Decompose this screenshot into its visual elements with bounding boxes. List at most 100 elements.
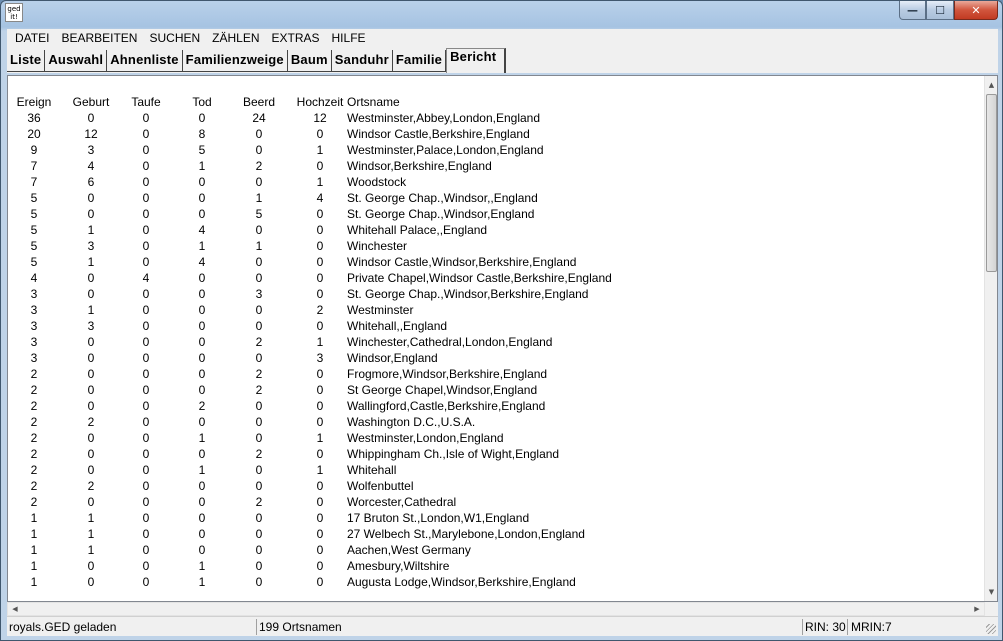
status-bar: royals.GED geladen 199 Ortsnamen RIN: 30… (7, 616, 998, 636)
table-row[interactable]: 2 2 0 0 0 0 Wolfenbuttel (8, 478, 986, 494)
table-row[interactable]: 2 0 0 2 0 0 Wallingford,Castle,Berkshire,Engla… (8, 398, 986, 414)
tab-familienzweige[interactable]: Familienzweige (182, 50, 288, 72)
cell-tod: 1 (198, 463, 206, 477)
cell-ereign: 20 (27, 127, 41, 141)
table-row[interactable]: 1 1 0 0 0 0 27 Welbech St.,Marylebone,London,E… (8, 526, 986, 542)
cell-geburt: 3 (87, 319, 95, 333)
cell-beerd: 0 (255, 127, 263, 141)
cell-ortsname: Windsor Castle,Berkshire,England (347, 127, 530, 141)
table-row[interactable]: 1 0 0 1 0 0 Amesbury,Wiltshire (8, 558, 986, 574)
cell-hochzeit: 0 (316, 543, 324, 557)
menu-hilfe[interactable]: HILFE (326, 29, 372, 48)
cell-tod: 1 (198, 559, 206, 573)
cell-taufe: 0 (142, 191, 150, 205)
table-row[interactable]: 1 0 0 1 0 0 Augusta Lodge,Windsor,Berkshire,En… (8, 574, 986, 590)
table-row[interactable]: 1 1 0 0 0 0 17 Bruton St.,London,W1,England (8, 510, 986, 526)
cell-ereign: 2 (30, 447, 38, 461)
table-row[interactable]: 2 0 0 0 2 0 Worcester,Cathedral (8, 494, 986, 510)
cell-geburt: 3 (87, 239, 95, 253)
cell-hochzeit: 0 (316, 559, 324, 573)
title-bar[interactable]: ged it! — ☐ ✕ (1, 1, 1002, 28)
cell-tod: 0 (198, 383, 206, 397)
cell-geburt: 0 (87, 287, 95, 301)
table-row[interactable]: 2 0 0 0 2 0 St George Chapel,Windsor,England (8, 382, 986, 398)
cell-tod: 0 (198, 527, 206, 541)
cell-ortsname: Amesbury,Wiltshire (347, 559, 450, 573)
table-row[interactable]: 2 0 0 1 0 1 Westminster,London,England (8, 430, 986, 446)
table-row[interactable]: 5 1 0 4 0 0 Whitehall Palace,,England (8, 222, 986, 238)
table-row[interactable]: 9 3 0 5 0 1 Westminster,Palace,London,England (8, 142, 986, 158)
vertical-scroll-thumb[interactable] (986, 94, 997, 272)
cell-taufe: 0 (142, 367, 150, 381)
cell-tod: 0 (198, 335, 206, 349)
menu-bearbeiten[interactable]: BEARBEITEN (55, 29, 143, 48)
cell-taufe: 0 (142, 223, 150, 237)
vertical-scrollbar[interactable]: ▲ ▼ (984, 76, 997, 601)
scroll-down-icon[interactable]: ▼ (985, 585, 998, 599)
cell-hochzeit: 0 (316, 575, 324, 589)
table-row[interactable]: 3 3 0 0 0 0 Whitehall,,England (8, 318, 986, 334)
report-header-row: Ereign Geburt Taufe Tod Beerd Hochzeit O… (8, 94, 986, 110)
table-row[interactable]: 36 0 0 0 24 12 Westminster,Abbey,London,Englan… (8, 110, 986, 126)
menu-suchen[interactable]: SUCHEN (143, 29, 206, 48)
tab-liste[interactable]: Liste (7, 50, 46, 72)
tab-bericht[interactable]: Bericht (446, 48, 507, 73)
table-row[interactable]: 1 1 0 0 0 0 Aachen,West Germany (8, 542, 986, 558)
app-logo-icon[interactable]: ged it! (5, 3, 23, 22)
scroll-right-icon[interactable]: ▶ (970, 603, 984, 615)
cell-beerd: 0 (255, 511, 263, 525)
cell-ortsname: Westminster,Abbey,London,England (347, 111, 541, 125)
table-row[interactable]: 5 0 0 0 1 4 St. George Chap.,Windsor,,England (8, 190, 986, 206)
cell-geburt: 2 (87, 415, 95, 429)
maximize-button[interactable]: ☐ (926, 1, 954, 20)
cell-taufe: 0 (142, 575, 150, 589)
horizontal-scrollbar[interactable]: ◀ ▶ (7, 602, 985, 616)
close-button[interactable]: ✕ (954, 1, 998, 20)
cell-geburt: 0 (87, 191, 95, 205)
table-row[interactable]: 5 1 0 4 0 0 Windsor Castle,Windsor,Berkshire,E… (8, 254, 986, 270)
cell-tod: 0 (198, 511, 206, 525)
table-row[interactable]: 2 0 0 1 0 1 Whitehall (8, 462, 986, 478)
table-row[interactable]: 20 12 0 8 0 0 Windsor Castle,Berkshire,England (8, 126, 986, 142)
menu-zaehlen[interactable]: ZÄHLEN (206, 29, 265, 48)
table-row[interactable]: 5 0 0 0 5 0 St. George Chap.,Windsor,England (8, 206, 986, 222)
table-row[interactable]: 3 0 0 0 0 3 Windsor,England (8, 350, 986, 366)
cell-ereign: 3 (30, 351, 38, 365)
resize-grip-icon[interactable] (986, 624, 996, 634)
table-row[interactable]: 7 4 0 1 2 0 Windsor,Berkshire,England (8, 158, 986, 174)
cell-tod: 0 (198, 191, 206, 205)
table-row[interactable]: 5 3 0 1 1 0 Winchester (8, 238, 986, 254)
table-row[interactable]: 7 6 0 0 0 1 Woodstock (8, 174, 986, 190)
table-row[interactable]: 3 0 0 0 2 1 Winchester,Cathedral,London,Englan… (8, 334, 986, 350)
cell-ereign: 2 (30, 383, 38, 397)
cell-hochzeit: 0 (316, 367, 324, 381)
scroll-up-icon[interactable]: ▲ (985, 78, 998, 92)
tab-auswahl[interactable]: Auswahl (45, 50, 108, 72)
cell-geburt: 1 (87, 303, 95, 317)
scroll-left-icon[interactable]: ◀ (8, 603, 22, 615)
cell-ortsname: Windsor,Berkshire,England (347, 159, 492, 173)
table-row[interactable]: 2 2 0 0 0 0 Washington D.C.,U.S.A. (8, 414, 986, 430)
tab-sanduhr[interactable]: Sanduhr (331, 50, 393, 72)
menu-datei[interactable]: DATEI (9, 29, 55, 48)
minimize-button[interactable]: — (899, 1, 926, 20)
table-row[interactable]: 2 0 0 0 2 0 Frogmore,Windsor,Berkshire,England (8, 366, 986, 382)
tab-ahnenliste[interactable]: Ahnenliste (107, 50, 183, 72)
cell-ortsname: St. George Chap.,Windsor,,England (347, 191, 538, 205)
cell-tod: 2 (198, 399, 206, 413)
cell-beerd: 0 (255, 559, 263, 573)
tab-baum[interactable]: Baum (287, 50, 332, 72)
table-row[interactable]: 4 0 4 0 0 0 Private Chapel,Windsor Castle,Berk… (8, 270, 986, 286)
cell-ereign: 3 (30, 335, 38, 349)
menu-bar: DATEI BEARBEITEN SUCHEN ZÄHLEN EXTRAS HI… (7, 29, 998, 48)
tab-familie[interactable]: Familie (392, 50, 447, 72)
cell-tod: 0 (198, 479, 206, 493)
menu-extras[interactable]: EXTRAS (266, 29, 326, 48)
status-divider (847, 619, 848, 635)
cell-beerd: 0 (255, 415, 263, 429)
table-row[interactable]: 3 0 0 0 3 0 St. George Chap.,Windsor,Berkshire… (8, 286, 986, 302)
table-row[interactable]: 3 1 0 0 0 2 Westminster (8, 302, 986, 318)
cell-taufe: 0 (142, 319, 150, 333)
cell-beerd: 2 (255, 447, 263, 461)
table-row[interactable]: 2 0 0 0 2 0 Whippingham Ch.,Isle of Wight,Engl… (8, 446, 986, 462)
